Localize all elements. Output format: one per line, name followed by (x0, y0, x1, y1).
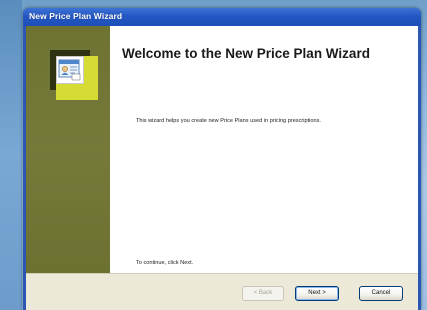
wizard-heading: Welcome to the New Price Plan Wizard (122, 46, 370, 61)
cancel-button[interactable]: Cancel (359, 286, 403, 301)
wizard-content: Welcome to the New Price Plan Wizard Thi… (110, 26, 418, 273)
price-plan-document-icon (56, 56, 84, 84)
wizard-description: This wizard helps you create new Price P… (136, 118, 321, 124)
continue-hint: To continue, click Next. (136, 260, 194, 266)
wizard-button-bar: < Back Next > Cancel (26, 273, 418, 310)
next-button[interactable]: Next > (295, 286, 339, 301)
wizard-client-area: Welcome to the New Price Plan Wizard Thi… (26, 26, 418, 310)
window-title: New Price Plan Wizard (29, 11, 123, 21)
wizard-window: New Price Plan Wizard Welcome to the New… (23, 8, 421, 310)
back-button[interactable]: < Back (242, 286, 284, 301)
logo-accent-bar-vertical (82, 56, 98, 100)
wizard-side-panel (26, 26, 110, 273)
desktop-background (0, 0, 22, 310)
title-bar[interactable]: New Price Plan Wizard (23, 8, 421, 26)
